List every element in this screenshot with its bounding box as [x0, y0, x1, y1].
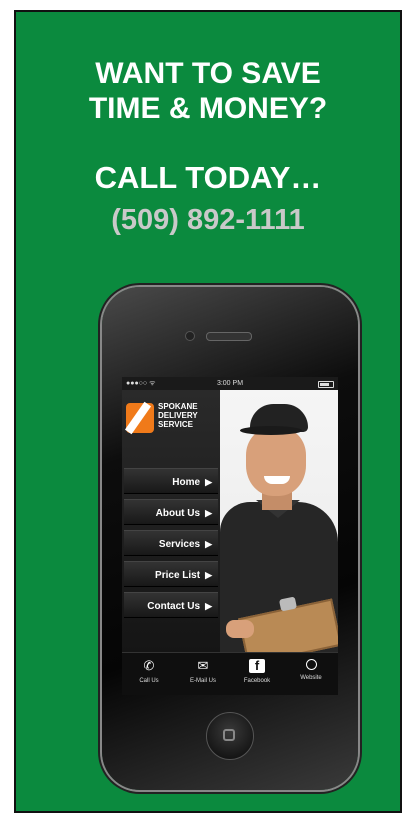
play-arrow-icon: ▶ [205, 601, 212, 611]
tab-call-us[interactable]: ✆ Call Us [122, 653, 176, 695]
logo-line-3: SERVICE [158, 420, 193, 429]
menu-item-label: Price List [155, 570, 201, 581]
bottom-tab-bar: ✆ Call Us ✉ E-Mail Us f Facebook Website [122, 652, 338, 695]
photo-hand [226, 620, 254, 638]
globe-icon [305, 659, 317, 670]
status-time: 3:00 PM [216, 380, 244, 387]
home-square-icon [223, 729, 235, 741]
menu-item-label: Services [158, 539, 201, 550]
email-icon: ✉ [197, 658, 209, 673]
menu-item-home[interactable]: Home ▶ [124, 468, 218, 494]
facebook-icon: f [249, 659, 265, 673]
headline-line-1: WANT TO SAVE [95, 57, 321, 90]
logo-line-2: DELIVERY [158, 411, 198, 420]
phone-icon: ✆ [143, 658, 155, 673]
photo-face [246, 428, 306, 496]
tab-label: Website [300, 675, 322, 681]
tab-label: E-Mail Us [189, 678, 216, 684]
menu-item-label: Home [172, 477, 201, 488]
menu-item-services[interactable]: Services ▶ [124, 530, 218, 556]
speaker-grille [206, 332, 252, 341]
tab-facebook[interactable]: f Facebook [230, 653, 284, 695]
play-arrow-icon: ▶ [205, 570, 212, 580]
play-arrow-icon: ▶ [205, 539, 212, 549]
photo-cap-visor [240, 426, 302, 435]
menu-item-about-us[interactable]: About Us ▶ [124, 499, 218, 525]
logo-line-1: SPOKANE [158, 402, 198, 411]
tab-label: Facebook [243, 678, 271, 684]
tab-label: Call Us [139, 678, 159, 684]
photo-smile [264, 476, 290, 484]
call-to-action: CALL TODAY… [94, 160, 322, 195]
iphone-device: ●●●○○ ᯤ 3:00 PM SPOKANE DELIVERY SERVICE… [102, 287, 358, 790]
logo-text: SPOKANE DELIVERY SERVICE [158, 402, 198, 429]
tab-email-us[interactable]: ✉ E-Mail Us [176, 653, 230, 695]
advertisement-panel: WANT TO SAVE TIME & MONEY? CALL TODAY… (… [14, 10, 402, 813]
front-camera-icon [185, 331, 195, 341]
tab-website[interactable]: Website [284, 653, 338, 695]
home-button[interactable] [206, 712, 254, 760]
play-arrow-icon: ▶ [205, 508, 212, 518]
status-bar: ●●●○○ ᯤ 3:00 PM [122, 377, 338, 390]
headline: WANT TO SAVE TIME & MONEY? [16, 56, 400, 126]
headline-line-2: TIME & MONEY? [88, 92, 328, 125]
logo-mark-icon [126, 403, 154, 433]
battery-icon [318, 381, 334, 388]
menu-item-price-list[interactable]: Price List ▶ [124, 561, 218, 587]
play-arrow-icon: ▶ [205, 477, 212, 487]
menu-item-label: Contact Us [147, 601, 201, 612]
menu-item-contact-us[interactable]: Contact Us ▶ [124, 592, 218, 618]
delivery-man-photo [220, 390, 338, 652]
phone-screen: ●●●○○ ᯤ 3:00 PM SPOKANE DELIVERY SERVICE… [122, 377, 338, 695]
company-logo: SPOKANE DELIVERY SERVICE [126, 400, 218, 440]
phone-number[interactable]: (509) 892-1111 [16, 204, 400, 237]
side-menu: SPOKANE DELIVERY SERVICE Home ▶ About Us ▶… [122, 390, 220, 652]
menu-item-label: About Us [155, 508, 201, 519]
